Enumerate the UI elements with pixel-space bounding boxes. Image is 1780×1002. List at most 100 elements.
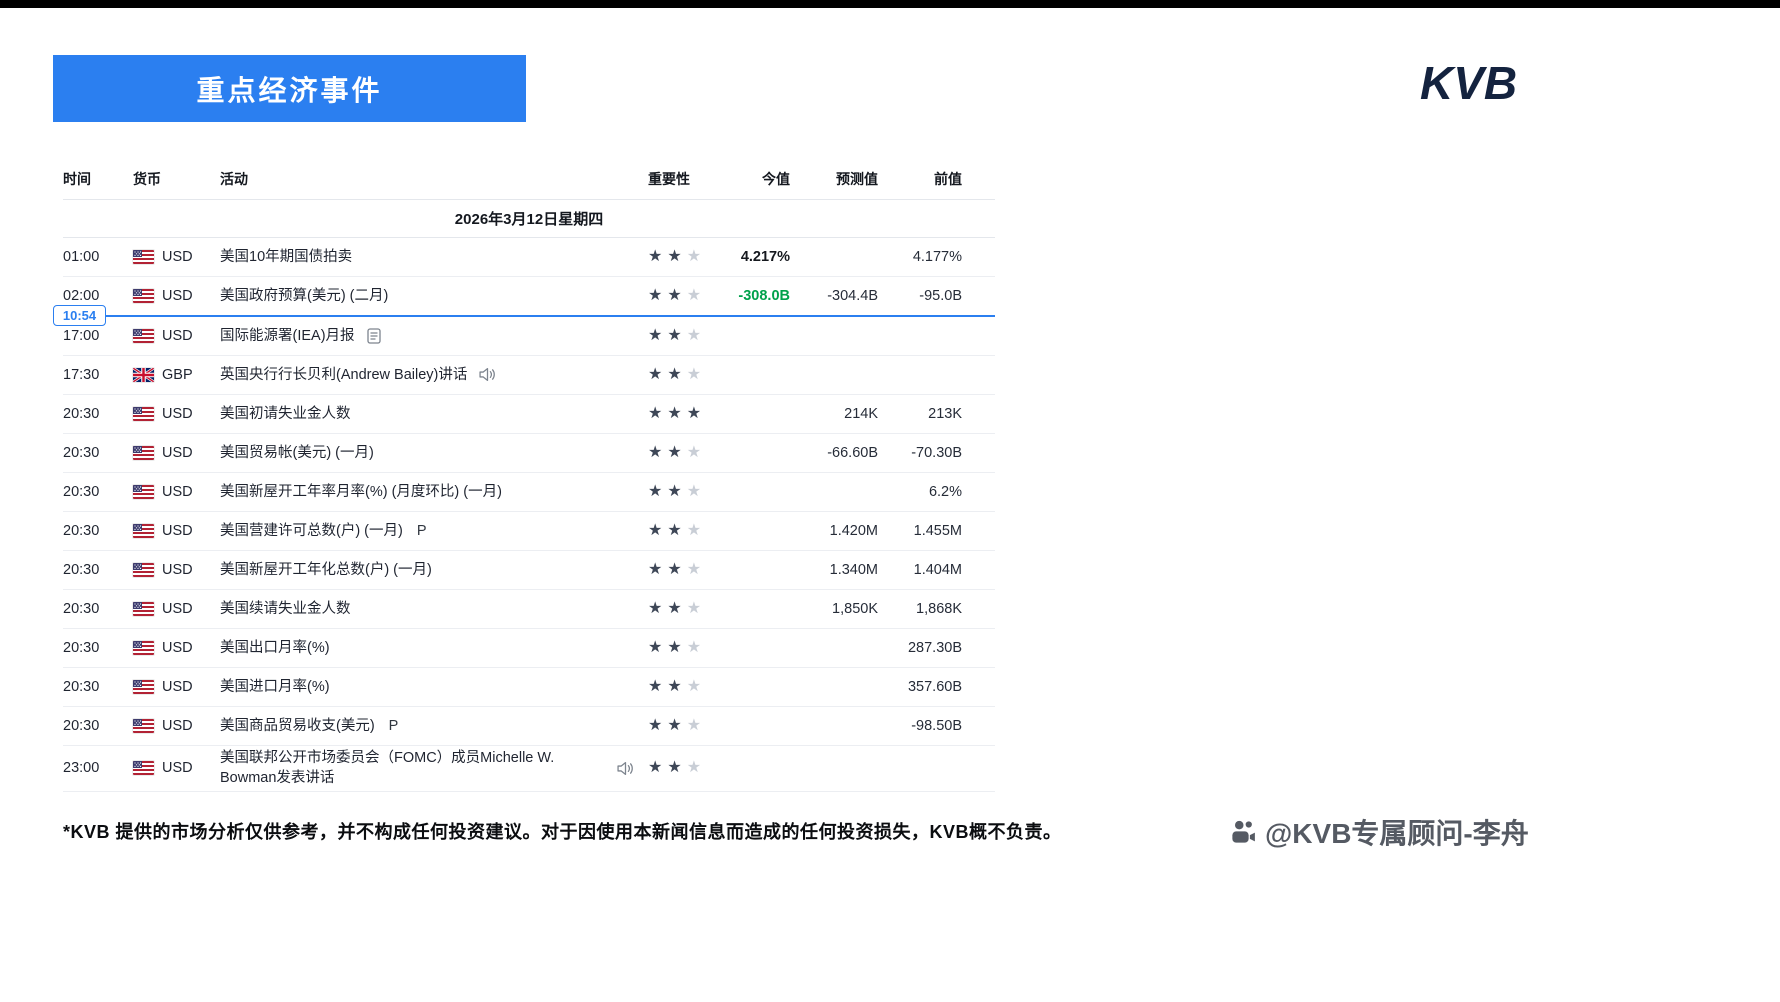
event-cell: 美国进口月率(%)	[220, 677, 648, 697]
currency-code: USD	[162, 328, 193, 344]
event-time: 17:30	[63, 367, 133, 383]
previous-value: -70.30B	[878, 445, 995, 461]
table-row[interactable]: 20:30USD美国新屋开工年率月率(%) (月度环比) (一月)★★★6.2%	[63, 473, 995, 512]
event-title: 美国进口月率(%)	[220, 677, 330, 697]
star-icon: ★	[648, 484, 662, 500]
event-time: 20:30	[63, 601, 133, 617]
table-row[interactable]: 20:30USD美国新屋开工年化总数(户) (一月)★★★ 1.340M1.404…	[63, 551, 995, 590]
event-cell: 英国央行行长贝利(Andrew Bailey)讲话	[220, 365, 648, 385]
report-icon[interactable]	[367, 328, 381, 344]
event-cell: 美国贸易帐(美元) (一月)	[220, 443, 648, 463]
currency-code: USD	[162, 679, 193, 695]
star-icon: ★	[687, 249, 701, 265]
event-title: 美国联邦公开市场委员会（FOMC）成员Michelle W. Bowman发表讲…	[220, 748, 605, 789]
table-row[interactable]: 01:00USD美国10年期国债拍卖★★★4.217%4.177%	[63, 238, 995, 277]
importance-stars: ★★★	[648, 406, 708, 422]
event-title: 美国政府预算(美元) (二月)	[220, 286, 388, 306]
star-icon: ★	[687, 718, 701, 734]
us-flag-icon	[133, 407, 154, 421]
star-icon: ★	[687, 406, 701, 422]
event-time: 20:30	[63, 679, 133, 695]
table-row[interactable]: 23:00 USD 美国联邦公开市场委员会（FOMC）成员Michelle W. B…	[63, 746, 995, 792]
speaker-icon[interactable]	[479, 367, 496, 382]
currency-cell: USD	[133, 601, 220, 617]
star-icon: ★	[687, 760, 701, 776]
star-icon: ★	[687, 445, 701, 461]
forecast-value: 1.340M	[790, 562, 878, 578]
event-cell: 美国政府预算(美元) (二月)	[220, 286, 648, 306]
table-row[interactable]: 20:30USD美国商品贸易收支(美元)P★★★-98.50B	[63, 707, 995, 746]
event-cell: 美国联邦公开市场委员会（FOMC）成员Michelle W. Bowman发表讲…	[220, 748, 648, 789]
star-icon: ★	[687, 679, 701, 695]
header-importance: 重要性	[648, 169, 708, 189]
star-icon: ★	[667, 249, 681, 265]
currency-code: USD	[162, 484, 193, 500]
current-time-badge: 10:54	[53, 305, 106, 326]
actual-value: -308.0B	[708, 288, 790, 304]
star-icon: ★	[648, 406, 662, 422]
table-row[interactable]: 20:30USD美国初请失业金人数★★★214K213K	[63, 395, 995, 434]
preliminary-flag: P	[389, 716, 399, 736]
currency-cell: GBP	[133, 367, 220, 383]
event-time: 20:30	[63, 562, 133, 578]
header-time: 时间	[63, 169, 133, 189]
currency-cell: USD	[133, 760, 220, 776]
forecast-value: 1,850K	[790, 601, 878, 617]
currency-cell: USD	[133, 406, 220, 422]
star-icon: ★	[687, 367, 701, 383]
star-icon: ★	[648, 249, 662, 265]
forecast-value: 1.420M	[790, 523, 878, 539]
currency-code: USD	[162, 601, 193, 617]
economic-calendar-table: 时间 货币 活动 重要性 今值 预测值 前值 2026年3月12日星期四 01:…	[63, 158, 995, 792]
star-icon: ★	[648, 718, 662, 734]
currency-code: GBP	[162, 367, 193, 383]
currency-cell: USD	[133, 249, 220, 265]
star-icon: ★	[667, 328, 681, 344]
event-time: 20:30	[63, 406, 133, 422]
star-icon: ★	[667, 562, 681, 578]
table-row[interactable]: 20:30USD美国出口月率(%)★★★287.30B	[63, 629, 995, 668]
event-cell: 国际能源署(IEA)月报	[220, 326, 648, 346]
speaker-icon[interactable]	[617, 761, 634, 776]
current-time-marker: 10:54	[63, 315, 995, 317]
header-previous: 前值	[878, 169, 995, 189]
event-title: 美国出口月率(%)	[220, 638, 330, 658]
importance-stars: ★★★	[648, 640, 708, 656]
star-icon: ★	[648, 288, 662, 304]
previous-value: -95.0B	[878, 288, 995, 304]
importance-stars: ★★★	[648, 562, 708, 578]
event-time: 23:00	[63, 760, 133, 776]
event-time: 20:30	[63, 718, 133, 734]
table-row[interactable]: 20:30USD美国进口月率(%)★★★357.60B	[63, 668, 995, 707]
star-icon: ★	[648, 523, 662, 539]
event-title: 美国续请失业金人数	[220, 599, 351, 619]
table-row[interactable]: 20:30USD美国贸易帐(美元) (一月)★★★-66.60B-70.30B	[63, 434, 995, 473]
currency-cell: USD	[133, 445, 220, 461]
previous-value: 1.404M	[878, 562, 995, 578]
currency-code: USD	[162, 640, 193, 656]
star-icon: ★	[648, 367, 662, 383]
event-time: 20:30	[63, 523, 133, 539]
star-icon: ★	[687, 640, 701, 656]
table-row[interactable]: 02:00USD美国政府预算(美元) (二月)★★★-308.0B-304.4B…	[63, 277, 995, 316]
top-black-bar	[0, 0, 1780, 8]
table-row[interactable]: 17:00USD国际能源署(IEA)月报★★★	[63, 317, 995, 356]
star-icon: ★	[648, 679, 662, 695]
forecast-value: -304.4B	[790, 288, 878, 304]
table-row[interactable]: 20:30USD美国营建许可总数(户) (一月)P★★★1.420M1.455M	[63, 512, 995, 551]
event-cell: 美国10年期国债拍卖	[220, 247, 648, 267]
event-cell: 美国新屋开工年化总数(户) (一月)	[220, 560, 648, 580]
star-icon: ★	[667, 760, 681, 776]
previous-value: 1.455M	[878, 523, 995, 539]
currency-cell: USD	[133, 562, 220, 578]
star-icon: ★	[687, 484, 701, 500]
event-time: 20:30	[63, 445, 133, 461]
currency-code: USD	[162, 760, 193, 776]
star-icon: ★	[648, 760, 662, 776]
event-cell: 美国营建许可总数(户) (一月)P	[220, 521, 648, 541]
forecast-value: 214K	[790, 406, 878, 422]
table-row[interactable]: 20:30USD美国续请失业金人数★★★1,850K1,868K	[63, 590, 995, 629]
us-flag-icon	[133, 250, 154, 264]
table-row[interactable]: 17:30GBP英国央行行长贝利(Andrew Bailey)讲话★★★	[63, 356, 995, 395]
importance-stars: ★ ★ ★	[648, 249, 708, 265]
